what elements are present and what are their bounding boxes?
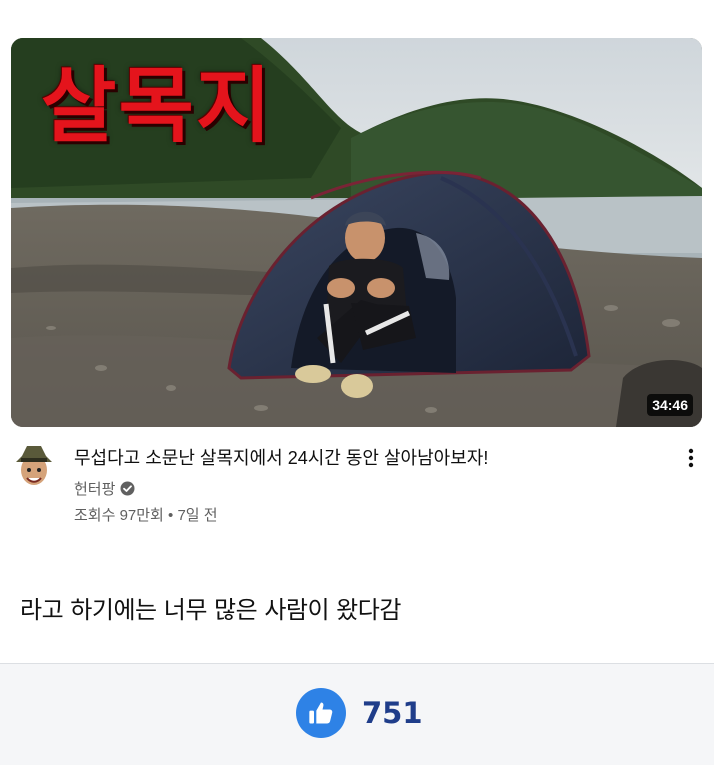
upload-age: 7일 전 <box>177 507 218 524</box>
verified-check-icon <box>120 481 135 496</box>
like-group: 751 <box>296 688 423 738</box>
view-count: 조회수 97만회 <box>74 507 164 524</box>
like-button[interactable] <box>296 688 346 738</box>
post-body-text: 라고 하기에는 너무 많은 사람이 왔다감 <box>20 596 401 624</box>
channel-avatar[interactable] <box>13 440 55 492</box>
like-count: 751 <box>362 696 423 730</box>
video-title[interactable]: 무섭다고 소문난 살목지에서 24시간 동안 살아남아보자! <box>74 444 654 470</box>
video-meta: 조회수 97만회 • 7일 전 <box>74 504 218 525</box>
channel-name[interactable]: 헌터팡 <box>74 478 115 499</box>
channel-avatar-icon <box>16 446 52 485</box>
thumbnail-title-text: 살목지 <box>41 59 274 154</box>
channel-row: 헌터팡 <box>74 478 135 499</box>
video-duration-badge: 34:46 <box>647 394 693 416</box>
more-vert-icon <box>688 448 694 468</box>
more-options-button[interactable] <box>682 446 700 470</box>
meta-separator: • <box>168 507 174 524</box>
thumbs-up-icon <box>309 702 333 724</box>
video-thumbnail[interactable]: 살목지 34:46 <box>11 38 702 427</box>
